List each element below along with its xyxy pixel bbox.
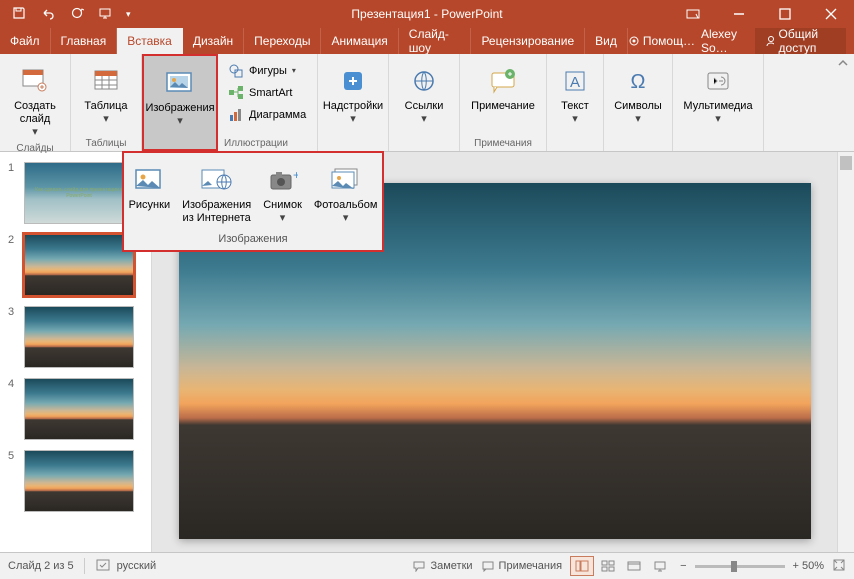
share-button[interactable]: Общий доступ xyxy=(755,24,846,58)
redo-icon[interactable] xyxy=(70,6,84,23)
ribbon-tabs: Файл Главная Вставка Дизайн Переходы Ани… xyxy=(0,28,854,54)
thumbnail-5[interactable] xyxy=(24,450,134,512)
addins-icon xyxy=(340,68,366,94)
close-button[interactable] xyxy=(808,0,854,28)
svg-text:+: + xyxy=(293,168,298,182)
group-text: A Текст▾ x xyxy=(547,54,604,151)
group-symbols: Ω Символы▾ x xyxy=(604,54,673,151)
new-slide-button[interactable]: Создать слайд▾ xyxy=(6,58,64,141)
svg-text:Ω: Ω xyxy=(631,71,646,93)
thumbnail-2[interactable] xyxy=(24,234,134,296)
group-slides: Создать слайд▾ Слайды xyxy=(0,54,71,151)
status-bar: Слайд 2 из 5 русский Заметки Примечания … xyxy=(0,552,854,579)
screenshot-button[interactable]: + Снимок▾ xyxy=(259,159,306,229)
text-icon: A xyxy=(563,69,587,93)
slideshow-icon[interactable] xyxy=(98,6,112,23)
view-reading-icon[interactable] xyxy=(622,556,646,576)
links-button[interactable]: Ссылки▾ xyxy=(395,58,453,128)
share-icon xyxy=(765,35,774,47)
text-button[interactable]: A Текст▾ xyxy=(553,58,597,128)
media-button[interactable]: Мультимедиа▾ xyxy=(679,58,757,128)
tab-review[interactable]: Рецензирование xyxy=(471,28,585,54)
table-icon xyxy=(92,67,120,95)
picture-icon xyxy=(133,166,165,194)
smartart-button[interactable]: SmartArt xyxy=(224,82,311,104)
view-normal-icon[interactable] xyxy=(570,556,594,576)
slide-counter[interactable]: Слайд 2 из 5 xyxy=(8,560,74,572)
comment-icon xyxy=(488,68,518,94)
images-dropdown: Рисунки Изображения из Интернета + Снимо… xyxy=(122,151,384,252)
album-icon xyxy=(329,166,363,194)
symbol-icon: Ω xyxy=(626,69,650,93)
tab-design[interactable]: Дизайн xyxy=(183,28,244,54)
ribbon: Создать слайд▾ Слайды Таблица▾ Таблицы И… xyxy=(0,54,854,152)
screenshot-icon: + xyxy=(268,167,298,193)
comment-button[interactable]: Примечание xyxy=(466,58,540,115)
dropdown-group-label: Изображения xyxy=(218,229,287,248)
thumbnail-4[interactable] xyxy=(24,378,134,440)
tab-view[interactable]: Вид xyxy=(585,28,628,54)
group-addins: Надстройки▾ x xyxy=(318,54,389,151)
ribbon-options-icon[interactable] xyxy=(670,0,716,28)
fit-to-window-icon[interactable] xyxy=(832,558,846,575)
symbols-button[interactable]: Ω Символы▾ xyxy=(610,58,666,128)
group-comments: Примечание Примечания xyxy=(460,54,547,151)
view-slideshow-icon[interactable] xyxy=(648,556,672,576)
online-pictures-button[interactable]: Изображения из Интернета xyxy=(178,159,255,229)
tab-insert[interactable]: Вставка xyxy=(117,28,183,54)
svg-text:A: A xyxy=(570,74,580,91)
user-name[interactable]: Alexey So… xyxy=(701,27,749,55)
help-icon[interactable]: Помощ… xyxy=(628,34,695,48)
spellcheck-icon[interactable] xyxy=(95,558,111,575)
shapes-button[interactable]: Фигуры ▾ xyxy=(224,60,311,82)
tab-file[interactable]: Файл xyxy=(0,28,51,54)
tab-slideshow[interactable]: Слайд-шоу xyxy=(399,28,472,54)
ribbon-collapse-icon[interactable] xyxy=(836,56,850,73)
view-sorter-icon[interactable] xyxy=(596,556,620,576)
tab-home[interactable]: Главная xyxy=(51,28,118,54)
notes-button[interactable]: Заметки xyxy=(412,560,472,572)
save-icon[interactable] xyxy=(12,6,26,23)
group-tables: Таблица▾ Таблицы xyxy=(71,54,142,151)
zoom-slider[interactable] xyxy=(695,565,785,568)
smartart-icon xyxy=(228,85,244,101)
shapes-icon xyxy=(228,63,244,79)
comments-button[interactable]: Примечания xyxy=(481,560,563,572)
title-bar: ▾ Презентация1 - PowerPoint xyxy=(0,0,854,28)
thumbnail-3[interactable] xyxy=(24,306,134,368)
tab-animation[interactable]: Анимация xyxy=(321,28,398,54)
images-button[interactable]: Изображения▾ xyxy=(151,60,209,130)
group-illustrations: Фигуры ▾ SmartArt Диаграмма Иллюстрации xyxy=(218,54,318,151)
vertical-scrollbar[interactable] xyxy=(837,152,854,552)
qat-more-icon[interactable]: ▾ xyxy=(126,9,131,20)
tab-transitions[interactable]: Переходы xyxy=(244,28,321,54)
maximize-button[interactable] xyxy=(762,0,808,28)
addins-button[interactable]: Надстройки▾ xyxy=(324,58,382,128)
zoom-out-icon[interactable]: − xyxy=(680,560,686,572)
online-pictures-icon xyxy=(200,166,234,194)
group-images-highlighted: Изображения▾ x xyxy=(142,54,218,151)
language-label[interactable]: русский xyxy=(117,560,156,572)
thumbnail-1[interactable]: Как сделать слайд для презентации в Powe… xyxy=(24,162,134,224)
new-slide-icon xyxy=(20,67,50,95)
table-button[interactable]: Таблица▾ xyxy=(77,58,135,128)
images-icon xyxy=(164,69,196,97)
link-icon xyxy=(411,68,437,94)
minimize-button[interactable] xyxy=(716,0,762,28)
pictures-button[interactable]: Рисунки xyxy=(125,159,175,229)
group-links: Ссылки▾ x xyxy=(389,54,460,151)
zoom-level[interactable]: + 50% xyxy=(793,560,825,572)
undo-icon[interactable] xyxy=(40,6,56,23)
group-media: Мультимедиа▾ x xyxy=(673,54,764,151)
media-icon xyxy=(705,69,731,93)
chart-button[interactable]: Диаграмма xyxy=(224,104,311,126)
photo-album-button[interactable]: Фотоальбом▾ xyxy=(310,159,382,229)
chart-icon xyxy=(228,107,244,123)
